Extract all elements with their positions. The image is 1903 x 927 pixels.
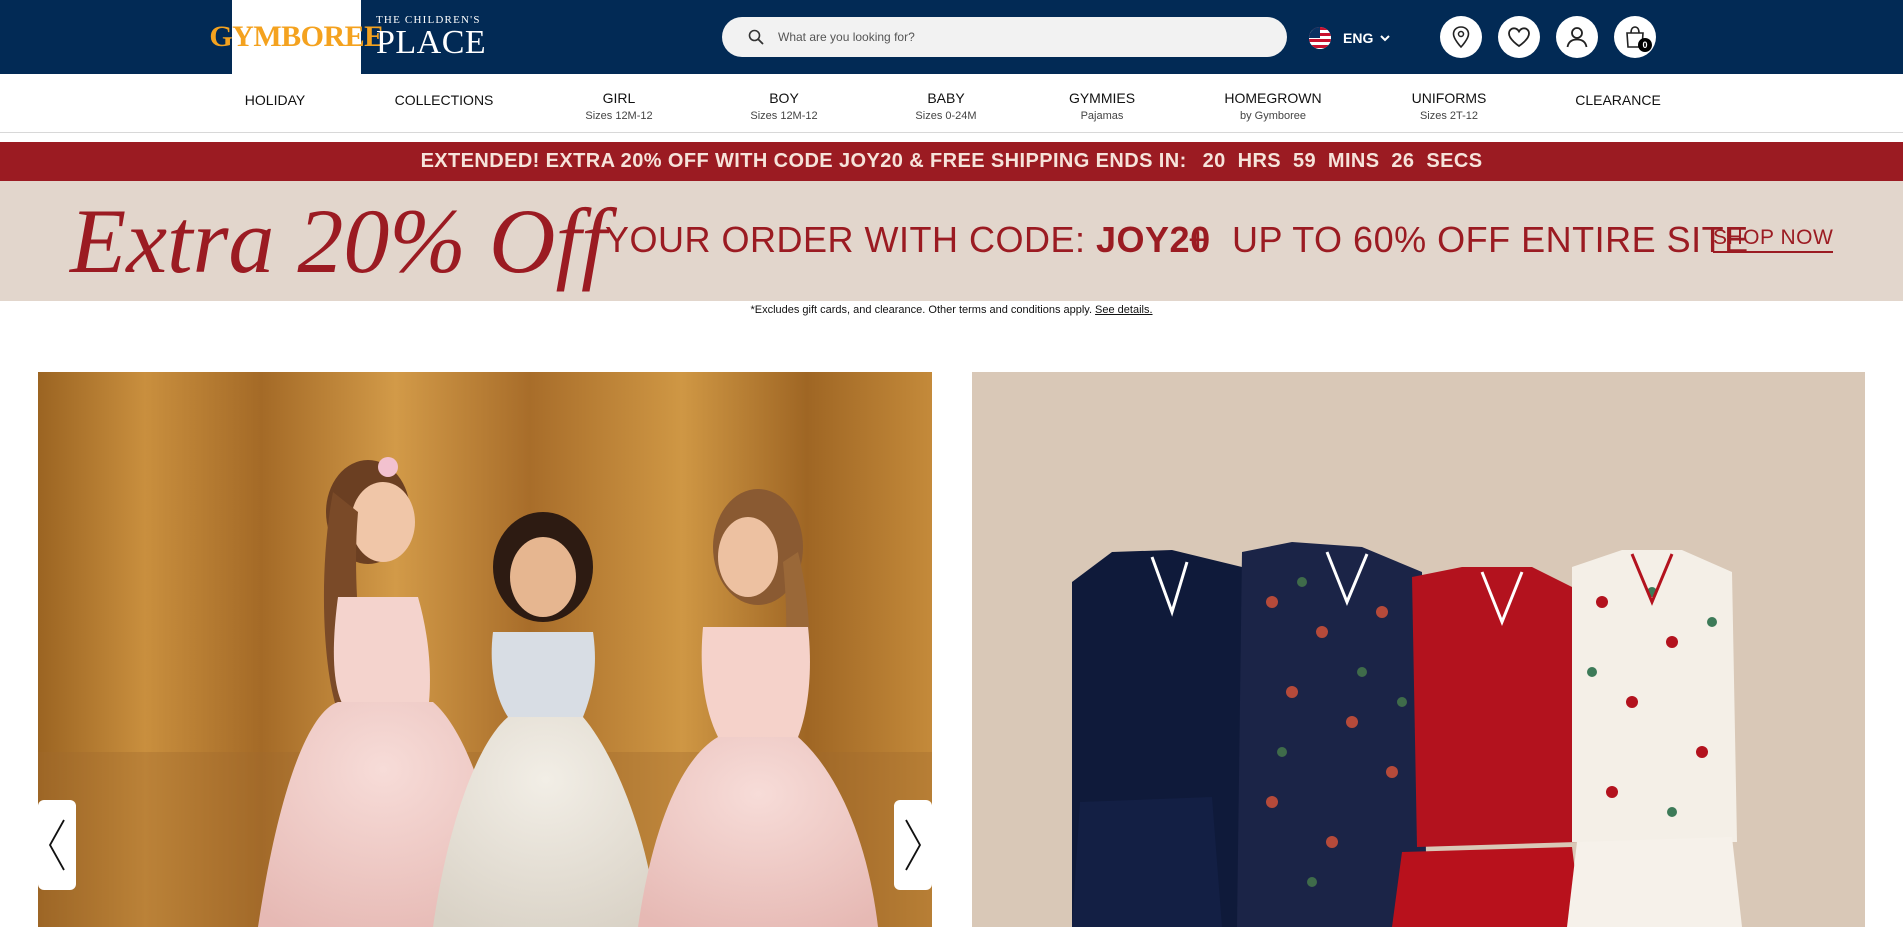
nav-item-label: BABY xyxy=(927,90,965,106)
nav-item-homegrown[interactable]: HOMEGROWN by Gymboree xyxy=(1224,90,1321,123)
promo-countdown-bar[interactable]: EXTENDED! EXTRA 20% OFF WITH CODE JOY20 … xyxy=(0,142,1903,181)
countdown-text: EXTENDED! EXTRA 20% OFF WITH CODE JOY20 … xyxy=(420,150,1187,172)
childrens-place-logo-big: PLACE xyxy=(376,24,487,61)
nav-item-holiday[interactable]: HOLIDAY xyxy=(245,92,305,108)
disclaimer-text: *Excludes gift cards, and clearance. Oth… xyxy=(750,304,1093,316)
gymboree-logo-text: GYMBOREE xyxy=(209,20,384,53)
user-icon xyxy=(1566,27,1588,48)
location-pin-icon xyxy=(1452,26,1470,49)
cart-button[interactable]: 0 xyxy=(1614,16,1656,58)
chevron-left-icon xyxy=(48,819,65,871)
girls-dresses-photo xyxy=(38,372,932,927)
pajamas-photo xyxy=(972,372,1865,927)
nav-item-sublabel: Sizes 12M-12 xyxy=(750,110,818,122)
nav-item-label: UNIFORMS xyxy=(1411,90,1487,106)
wishlist-button[interactable] xyxy=(1498,16,1540,58)
nav-item-label: HOLIDAY xyxy=(244,92,306,108)
nav-item-sublabel: by Gymboree xyxy=(1239,110,1307,122)
search-input[interactable] xyxy=(778,25,1258,49)
nav-item-sublabel: Pajamas xyxy=(1080,110,1124,122)
childrens-place-logo[interactable]: THE CHILDREN'S PLACE xyxy=(376,14,486,60)
nav-item-collections[interactable]: COLLECTIONS xyxy=(395,92,494,108)
language-selector[interactable]: ENG xyxy=(1309,26,1391,50)
nav-item-label: COLLECTIONS xyxy=(394,92,494,108)
us-flag-icon xyxy=(1309,27,1331,49)
nav-item-gymmies[interactable]: GYMMIES Pajamas xyxy=(1069,90,1135,123)
hero-image-girls-dresses[interactable] xyxy=(38,372,932,927)
chevron-right-icon xyxy=(905,819,922,871)
nav-item-boy[interactable]: BOY Sizes 12M-12 xyxy=(750,90,817,123)
heart-icon xyxy=(1508,27,1530,48)
nav-item-girl[interactable]: GIRL Sizes 12M-12 xyxy=(585,90,652,123)
top-header: GYMBOREE THE CHILDREN'S PLACE ENG xyxy=(0,0,1903,74)
hero-image-pajamas[interactable] xyxy=(972,372,1865,927)
promo-secondary: UP TO 60% OFF ENTIRE SITE xyxy=(1232,219,1749,260)
carousel-next-button[interactable] xyxy=(894,800,932,890)
nav-item-baby[interactable]: BABY Sizes 0-24M xyxy=(915,90,976,123)
promo-plus: + xyxy=(1188,221,1208,259)
promo-headline: Extra 20% Off xyxy=(70,190,607,292)
cart-count-badge: 0 xyxy=(1638,38,1652,52)
nav-item-label: CLEARANCE xyxy=(1575,92,1661,108)
gymboree-logo[interactable]: GYMBOREE xyxy=(209,0,384,74)
nav-item-sublabel: Sizes 12M-12 xyxy=(585,110,653,122)
carousel-prev-button[interactable] xyxy=(38,800,76,890)
see-details-link[interactable]: See details. xyxy=(1095,304,1152,316)
main-navigation: HOLIDAY COLLECTIONS GIRL Sizes 12M-12 BO… xyxy=(0,74,1903,133)
search-bar[interactable] xyxy=(722,17,1287,57)
promo-banner[interactable]: Extra 20% Off YOUR ORDER WITH CODE: JOY2… xyxy=(0,181,1903,301)
language-label: ENG xyxy=(1343,30,1374,46)
account-button[interactable] xyxy=(1556,16,1598,58)
promo-code-prefix: YOUR ORDER WITH CODE: xyxy=(605,219,1097,260)
chevron-down-icon xyxy=(1380,35,1391,42)
promo-code-line: YOUR ORDER WITH CODE: JOY20 xyxy=(605,218,1211,262)
countdown-timer: 20 HRS 59 MINS 26 SECS xyxy=(1202,150,1483,172)
nav-item-label: GYMMIES xyxy=(1068,90,1136,106)
nav-item-label: HOMEGROWN xyxy=(1224,90,1322,106)
nav-item-label: BOY xyxy=(769,90,799,106)
promo-disclaimer: *Excludes gift cards, and clearance. Oth… xyxy=(0,302,1903,318)
nav-item-uniforms[interactable]: UNIFORMS Sizes 2T-12 xyxy=(1412,90,1487,123)
shop-now-link[interactable]: SHOP NOW xyxy=(1713,225,1834,253)
nav-item-clearance[interactable]: CLEARANCE xyxy=(1575,92,1661,108)
nav-item-label: GIRL xyxy=(602,90,636,106)
nav-item-sublabel: Sizes 2T-12 xyxy=(1419,110,1479,122)
nav-item-sublabel: Sizes 0-24M xyxy=(915,110,977,122)
search-icon xyxy=(748,29,764,45)
store-locator-button[interactable] xyxy=(1440,16,1482,58)
